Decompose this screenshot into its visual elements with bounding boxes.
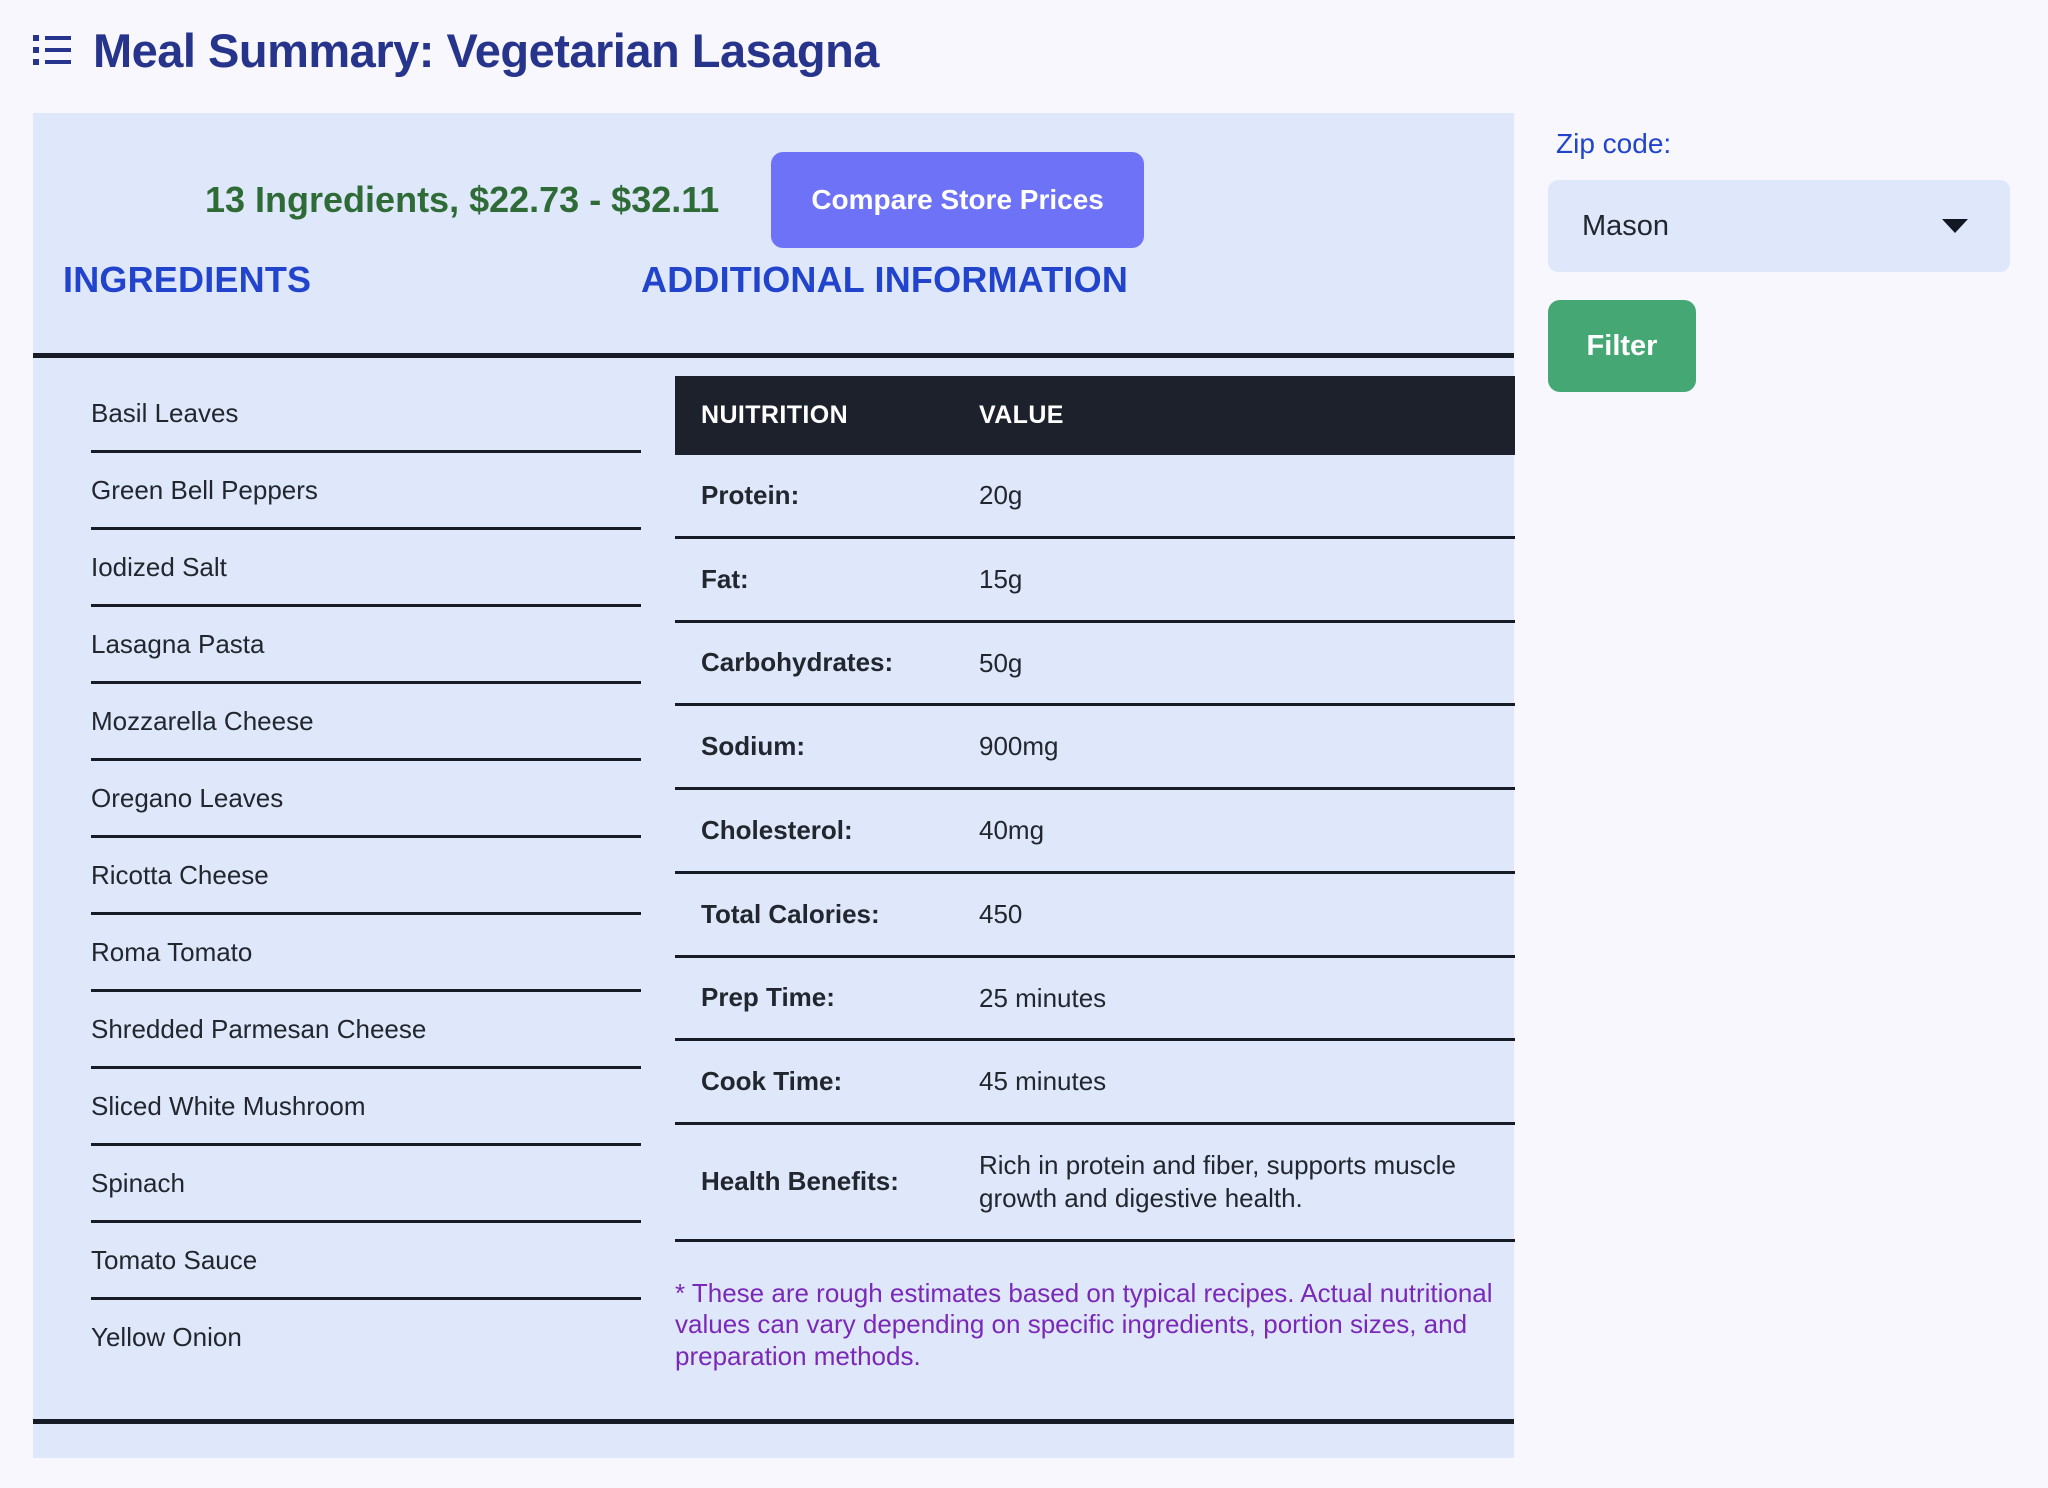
ingredients-heading: INGREDIENTS	[63, 259, 312, 300]
list-item: Iodized Salt	[91, 530, 641, 607]
table-header-row: NUITRITION VALUE	[675, 376, 1515, 455]
table-row: Total Calories: 450	[675, 872, 1515, 958]
nutrition-label: Sodium:	[675, 704, 965, 790]
table-row: Cook Time: 45 minutes	[675, 1039, 1515, 1125]
list-item: Spinach	[91, 1146, 641, 1223]
nutrition-value: 25 minutes	[965, 956, 1515, 1042]
nutrition-value: 15g	[965, 537, 1515, 623]
additional-information-heading: ADDITIONAL INFORMATION	[641, 259, 1129, 300]
list-item: Ricotta Cheese	[91, 838, 641, 915]
zip-code-select[interactable]: Mason	[1548, 180, 2010, 272]
summary-row: 13 Ingredients, $22.73 - $32.11 Compare …	[33, 113, 1514, 248]
table-row: Prep Time: 25 minutes	[675, 956, 1515, 1042]
nutrition-value: 450	[965, 872, 1515, 958]
ingredients-column: Basil Leaves Green Bell Peppers Iodized Sa…	[33, 376, 641, 1374]
table-row: Cholesterol: 40mg	[675, 788, 1515, 874]
ingredients-list: Basil Leaves Green Bell Peppers Iodized Sa…	[63, 376, 641, 1374]
list-item: Lasagna Pasta	[91, 607, 641, 684]
nutrition-label: Prep Time:	[675, 956, 965, 1042]
list-item: Mozzarella Cheese	[91, 684, 641, 761]
nutrition-label: Health Benefits:	[675, 1123, 965, 1242]
page-header: Meal Summary: Vegetarian Lasagna	[33, 10, 879, 90]
list-item: Sliced White Mushroom	[91, 1069, 641, 1146]
list-item: Tomato Sauce	[91, 1223, 641, 1300]
section-headers: INGREDIENTS ADDITIONAL INFORMATION	[33, 243, 1514, 353]
nutrition-label: Protein:	[675, 455, 965, 539]
filter-rail: Zip code: Mason Filter	[1548, 130, 2018, 392]
page-title: Meal Summary: Vegetarian Lasagna	[93, 23, 879, 77]
list-bullet-icon	[33, 35, 71, 65]
table-row: Protein: 20g	[675, 455, 1515, 539]
list-item: Shredded Parmesan Cheese	[91, 992, 641, 1069]
column-header-value: VALUE	[965, 376, 1515, 455]
meal-summary-panel: 13 Ingredients, $22.73 - $32.11 Compare …	[33, 113, 1515, 1458]
nutrition-label: Cook Time:	[675, 1039, 965, 1125]
chevron-down-icon	[1942, 219, 1968, 233]
filter-button[interactable]: Filter	[1548, 300, 1696, 392]
nutrition-value: 20g	[965, 455, 1515, 539]
list-item: Roma Tomato	[91, 915, 641, 992]
nutrition-table: NUITRITION VALUE Protein: 20g Fat: 15g Carbo…	[675, 376, 1515, 1242]
nutrition-value: Rich in protein and fiber, supports musc…	[965, 1123, 1515, 1242]
nutrition-value: 50g	[965, 621, 1515, 707]
nutrition-value: 40mg	[965, 788, 1515, 874]
ingredients-price-summary: 13 Ingredients, $22.73 - $32.11	[205, 178, 720, 220]
panel-columns: Basil Leaves Green Bell Peppers Iodized Sa…	[33, 358, 1515, 1374]
panel-bottom-divider	[33, 1419, 1514, 1424]
table-row: Fat: 15g	[675, 537, 1515, 623]
zip-code-selected-value: Mason	[1582, 209, 1670, 242]
compare-store-prices-button[interactable]: Compare Store Prices	[771, 151, 1144, 248]
list-item: Oregano Leaves	[91, 761, 641, 838]
zip-code-label: Zip code:	[1556, 128, 1672, 159]
nutrition-label: Cholesterol:	[675, 788, 965, 874]
nutrition-value: 45 minutes	[965, 1039, 1515, 1125]
list-item: Yellow Onion	[91, 1322, 242, 1352]
nutrition-label: Carbohydrates:	[675, 621, 965, 707]
table-row: Health Benefits: Rich in protein and fibe…	[675, 1123, 1515, 1242]
nutrition-value: 900mg	[965, 704, 1515, 790]
table-row: Carbohydrates: 50g	[675, 621, 1515, 707]
list-item: Basil Leaves	[91, 376, 641, 453]
nutrition-label: Fat:	[675, 537, 965, 623]
table-row: Sodium: 900mg	[675, 704, 1515, 790]
additional-information-column: NUITRITION VALUE Protein: 20g Fat: 15g Carbo…	[641, 376, 1515, 1373]
list-item: Green Bell Peppers	[91, 453, 641, 530]
nutrition-label: Total Calories:	[675, 872, 965, 958]
nutrition-disclaimer: * These are rough estimates based on typ…	[675, 1277, 1493, 1371]
column-header-nutrition: NUITRITION	[675, 376, 965, 455]
